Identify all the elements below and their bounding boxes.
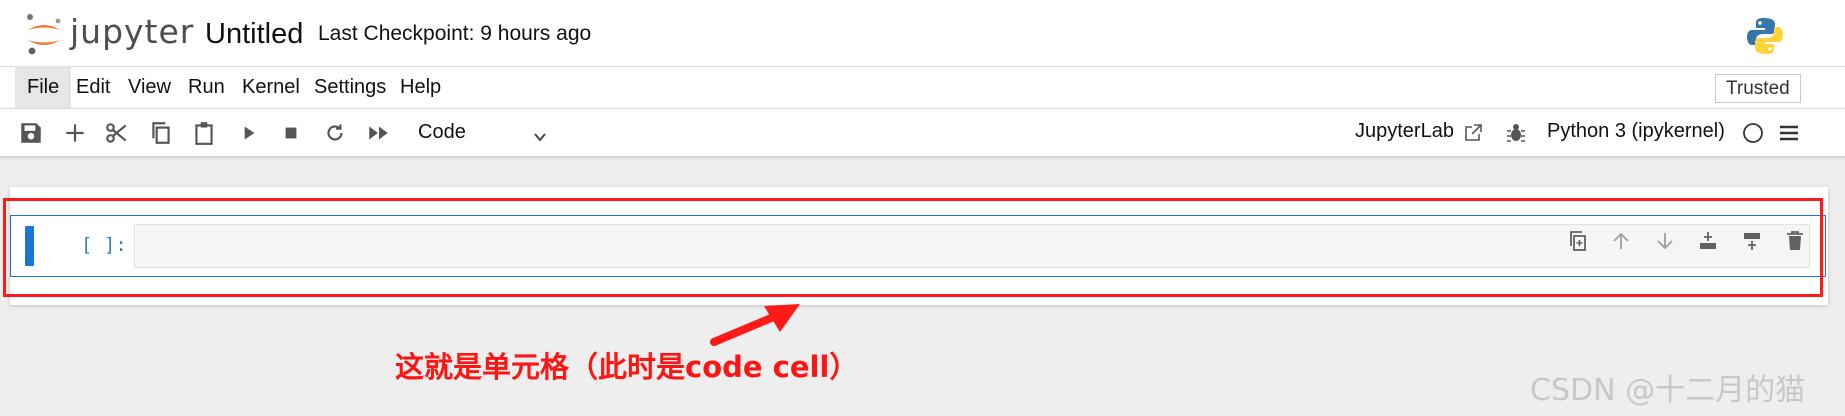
insert-above-icon[interactable] xyxy=(1696,229,1720,253)
duplicate-icon[interactable] xyxy=(1566,229,1590,253)
delete-icon[interactable] xyxy=(1783,229,1807,253)
jupyter-logo-icon xyxy=(27,14,61,55)
menu-help[interactable]: Help xyxy=(388,67,453,108)
insert-below-icon[interactable] xyxy=(1740,229,1764,253)
fast-forward-icon[interactable] xyxy=(366,120,392,146)
input-prompt: [ ]: xyxy=(81,234,127,256)
save-icon[interactable] xyxy=(18,120,44,146)
cell-type-value: Code xyxy=(418,121,466,143)
menu-edit[interactable]: Edit xyxy=(64,67,122,108)
cell-editor[interactable] xyxy=(134,224,1810,268)
paste-icon[interactable] xyxy=(191,120,217,146)
menu-settings[interactable]: Settings xyxy=(302,67,398,108)
restart-icon[interactable] xyxy=(322,120,348,146)
code-cell[interactable]: [ ]: xyxy=(10,215,1826,277)
notebook-header: jupyter Untitled Last Checkpoint: 9 hour… xyxy=(0,0,1845,67)
move-down-icon[interactable] xyxy=(1653,229,1677,253)
menu-view[interactable]: View xyxy=(116,67,183,108)
debugger-icon[interactable] xyxy=(1504,121,1528,145)
cell-type-dropdown[interactable]: Code xyxy=(408,117,558,149)
copy-icon[interactable] xyxy=(148,120,174,146)
external-link-icon xyxy=(1465,124,1482,141)
trusted-indicator[interactable]: Trusted xyxy=(1715,74,1801,103)
watermark: CSDN @十二月的猫 xyxy=(1530,373,1806,408)
menu-run[interactable]: Run xyxy=(176,67,237,108)
plus-icon[interactable] xyxy=(62,120,88,146)
jupyter-logo-text: jupyter xyxy=(70,12,195,51)
hamburger-menu-icon[interactable] xyxy=(1778,122,1800,144)
notebook-panel: [ ]: xyxy=(10,187,1828,305)
annotation-text: 这就是单元格（此时是code cell） xyxy=(395,350,859,384)
kernel-status-icon xyxy=(1743,123,1763,143)
chevron-down-icon xyxy=(534,133,546,142)
cut-icon[interactable] xyxy=(104,120,130,146)
python-logo-icon xyxy=(1747,18,1783,54)
menu-bar: File Edit View Run Kernel Settings Help … xyxy=(0,67,1845,109)
jupyterlab-link[interactable]: JupyterLab xyxy=(1355,120,1454,143)
stop-icon[interactable] xyxy=(278,120,304,146)
kernel-name[interactable]: Python 3 (ipykernel) xyxy=(1547,120,1725,143)
notebook-toolbar: Code JupyterLab Python 3 (ipykernel) xyxy=(0,109,1845,157)
move-up-icon[interactable] xyxy=(1609,229,1633,253)
notebook-title[interactable]: Untitled xyxy=(205,18,303,51)
menu-file[interactable]: File xyxy=(15,67,72,108)
run-icon[interactable] xyxy=(236,120,262,146)
cell-collapser[interactable] xyxy=(25,226,34,266)
menu-kernel[interactable]: Kernel xyxy=(230,67,312,108)
last-checkpoint: Last Checkpoint: 9 hours ago xyxy=(318,22,592,45)
annotation-arrow-icon xyxy=(710,304,800,346)
